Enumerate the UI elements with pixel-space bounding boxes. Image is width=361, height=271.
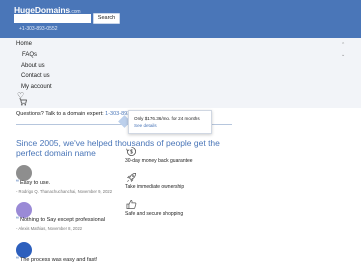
feature-label: 30-day money back guarantee (125, 158, 193, 164)
feature-label: Take immediate ownership (125, 184, 185, 190)
avatar (16, 202, 32, 218)
thumbs-up-icon (126, 200, 137, 209)
header-phone[interactable]: +1-303-893-0552 (19, 26, 58, 32)
search-input[interactable] (14, 14, 91, 23)
cart-icon[interactable] (19, 98, 27, 106)
review-author: - Alexis Mathias, November 8, 2022 (16, 226, 83, 231)
question-text: Questions? Talk to a domain expert: (16, 111, 106, 117)
avatar (16, 242, 32, 258)
review-author: - Rodrigo Q. Thanachuchanchai, November … (16, 189, 113, 194)
menu-item-my-account[interactable]: My account (21, 84, 52, 90)
tooltip-text: Only $176.36/mo. for 24 months (134, 116, 200, 121)
review-quote: “Nothing to Say except professional (16, 217, 105, 223)
price-tooltip: Only $176.36/mo. for 24 months See detai… (128, 110, 212, 134)
review-quote: “Easy to use. (16, 180, 50, 186)
review-quote: “The process was easy and fast! (16, 257, 97, 263)
quote-icon: “ (16, 217, 19, 223)
menu-item-home[interactable]: Home (16, 41, 32, 47)
menu-item-about[interactable]: About us (21, 63, 45, 69)
menu-item-contact[interactable]: Contact us (21, 73, 50, 79)
rocket-icon (127, 173, 136, 182)
search-button[interactable]: Search (93, 13, 120, 24)
quote-icon: “ (16, 257, 19, 263)
see-details-link[interactable]: See details (134, 123, 157, 128)
review-text: The process was easy and fast! (20, 257, 98, 263)
review-text: Easy to use. (20, 180, 51, 186)
quote-icon: “ (16, 180, 19, 186)
feature-label: Safe and secure shopping (125, 211, 184, 217)
chevron-up-icon[interactable]: ⌃ (341, 42, 345, 48)
refund-icon (126, 146, 137, 157)
review-text: Nothing to Say except professional (20, 217, 105, 223)
nav-menu: Home FAQs About us Contact us My account… (0, 38, 361, 108)
avatar (16, 165, 32, 181)
site-header: HugeDomains.com Search +1-303-893-0552 (0, 0, 361, 38)
reviews-headline: Since 2005, we've helped thousands of pe… (16, 138, 220, 158)
chevron-down-icon[interactable]: ⌄ (341, 52, 345, 58)
menu-item-faqs[interactable]: FAQs (22, 52, 37, 58)
